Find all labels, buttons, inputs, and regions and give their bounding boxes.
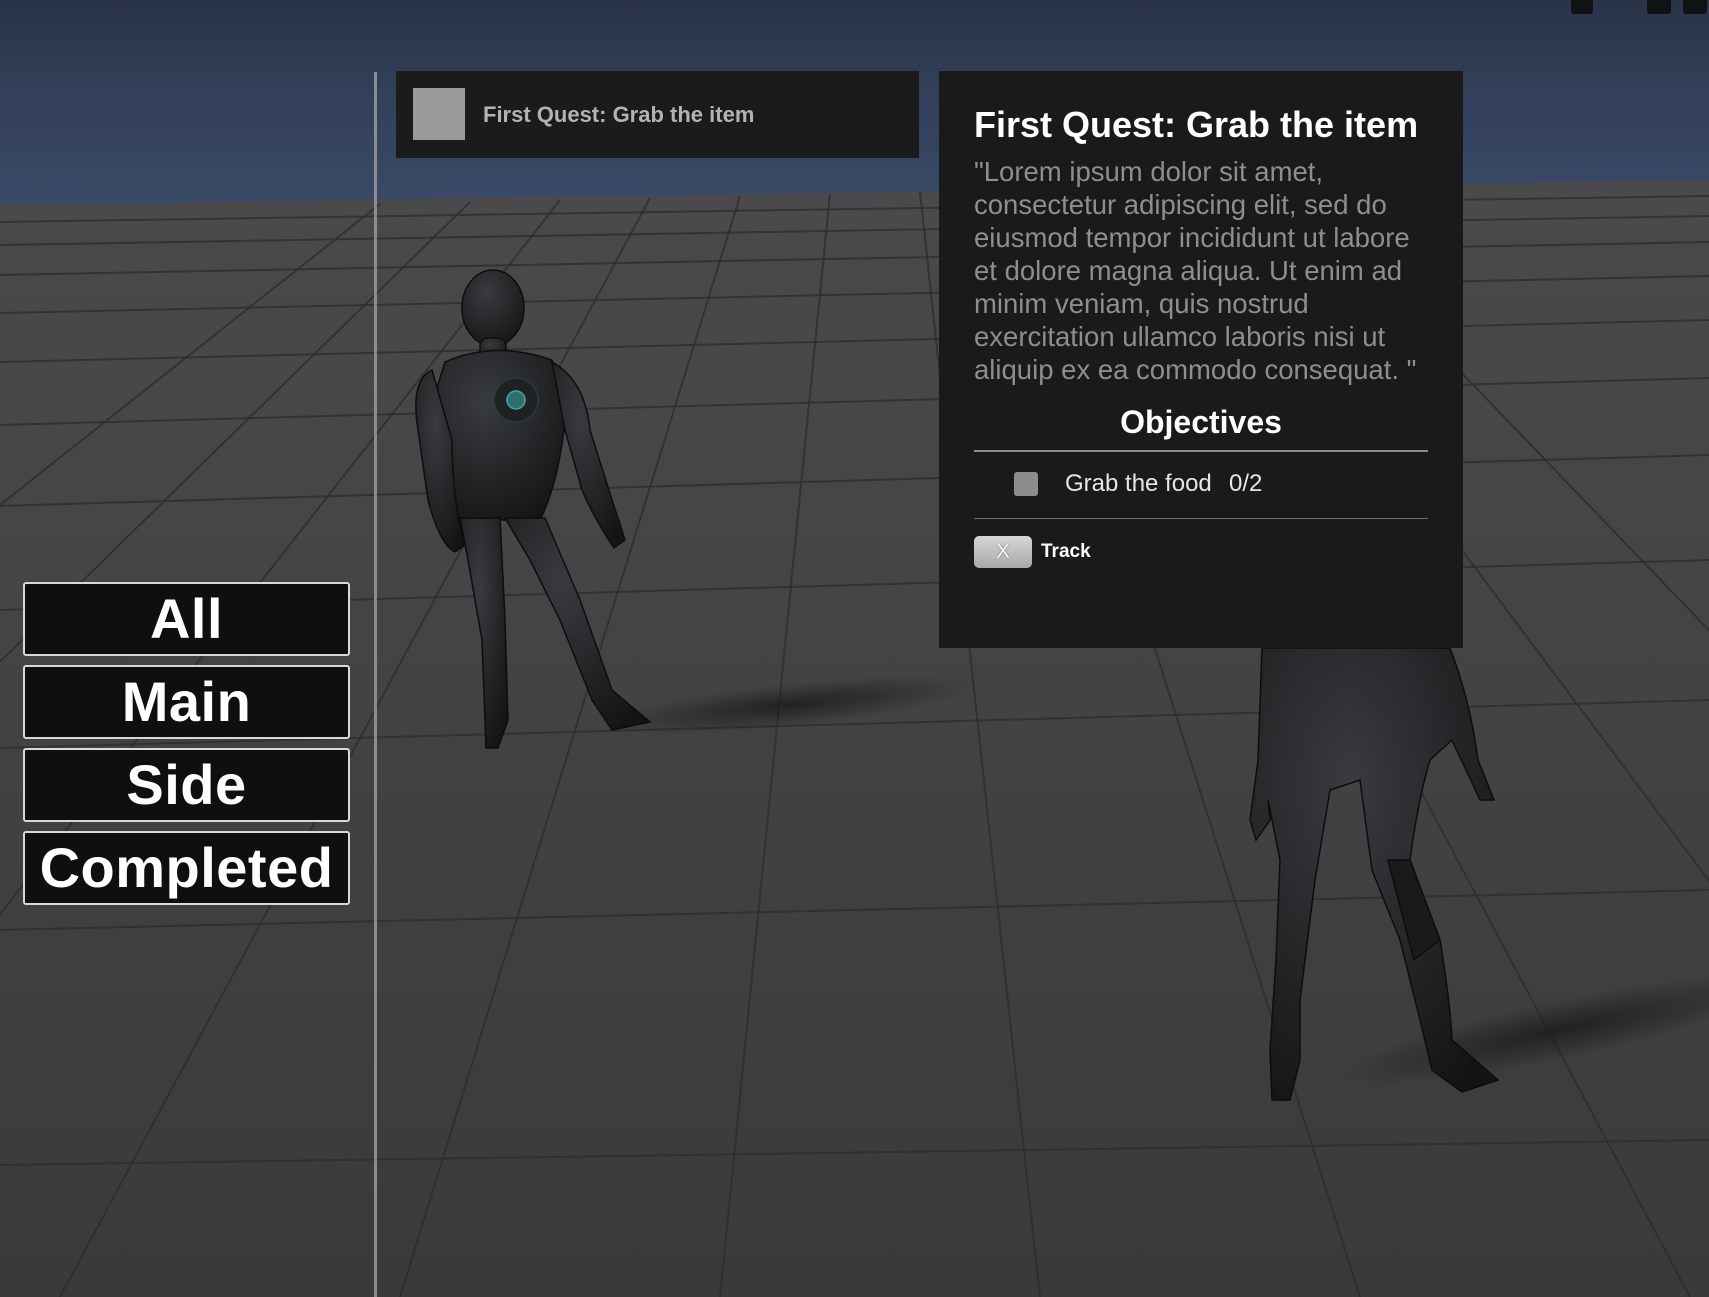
filter-all-button[interactable]: All <box>23 582 350 656</box>
objective-progress: 0/2 <box>1229 470 1263 497</box>
panel-divider <box>374 72 377 1297</box>
track-row: X Track <box>974 519 1428 589</box>
filter-completed-button[interactable]: Completed <box>23 831 350 905</box>
quest-description: "Lorem ipsum dolor sit amet, consectetur… <box>974 156 1417 385</box>
quest-list-item[interactable]: First Quest: Grab the item <box>396 71 919 158</box>
quest-list: First Quest: Grab the item <box>396 71 919 158</box>
objective-checkbox[interactable] <box>1014 472 1038 496</box>
track-button[interactable]: Track <box>1041 536 1091 568</box>
top-right-marks <box>1549 0 1709 16</box>
quest-icon <box>413 88 465 140</box>
track-key-hint[interactable]: X <box>974 536 1032 568</box>
objective-row: Grab the food 0/2 <box>974 452 1428 518</box>
filter-side-button[interactable]: Side <box>23 748 350 822</box>
quest-title: First Quest: Grab the item <box>974 104 1419 145</box>
objective-label: Grab the food <box>1065 470 1212 497</box>
quest-details-panel: First Quest: Grab the item "Lorem ipsum … <box>939 71 1463 648</box>
quest-list-item-title: First Quest: Grab the item <box>483 102 755 127</box>
quest-filter-menu: All Main Side Completed <box>23 582 354 914</box>
filter-main-button[interactable]: Main <box>23 665 350 739</box>
objectives-heading: Objectives <box>1120 404 1282 440</box>
